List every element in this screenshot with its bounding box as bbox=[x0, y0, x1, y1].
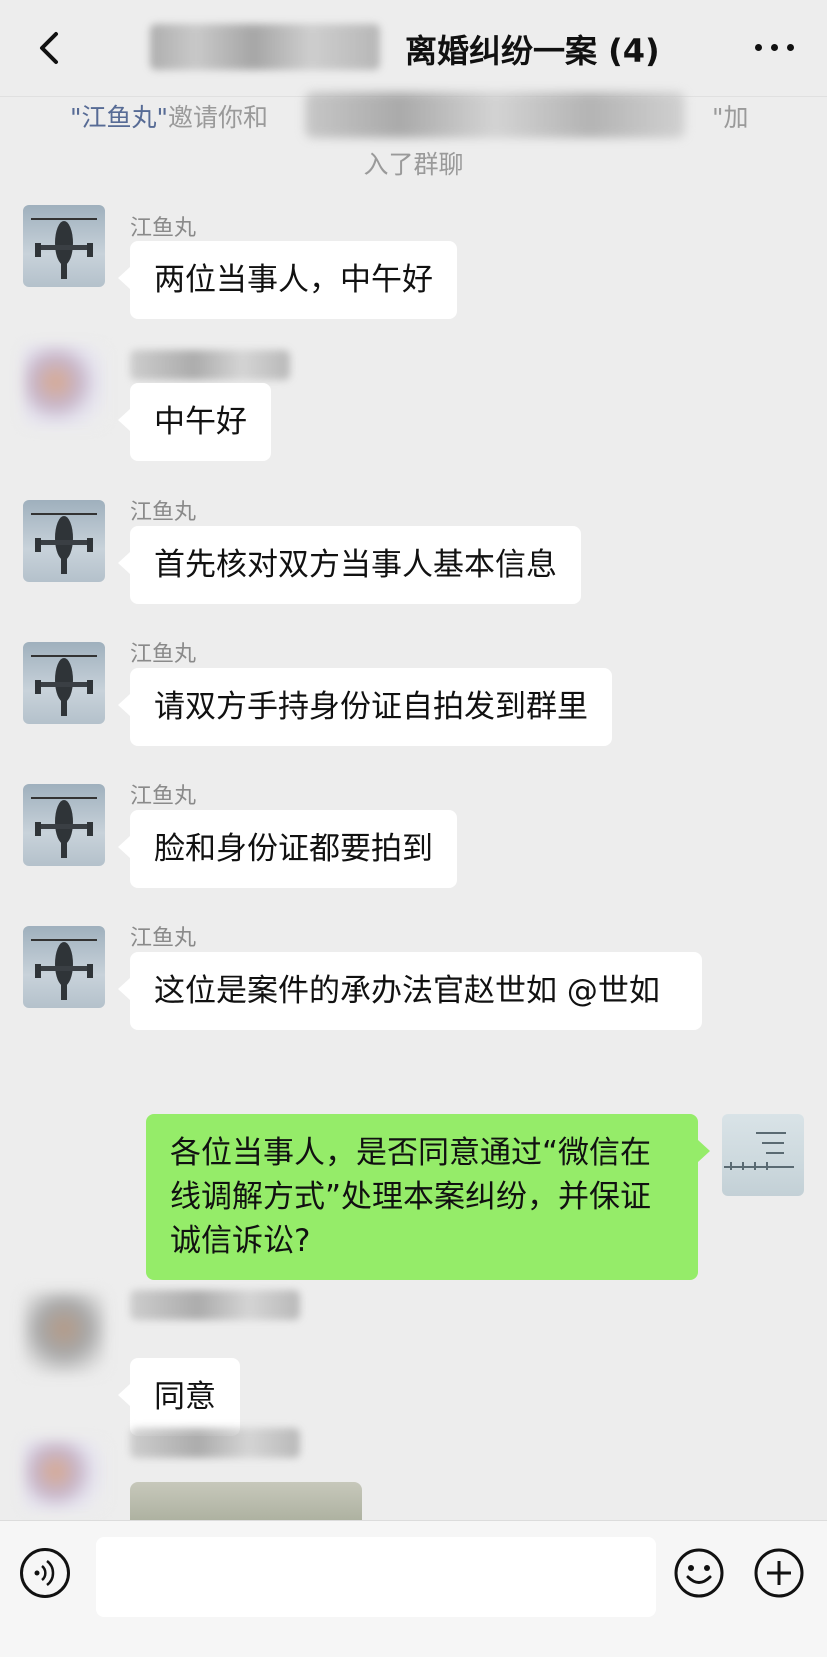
redacted-names bbox=[305, 92, 685, 138]
avatar[interactable] bbox=[23, 1292, 105, 1374]
sender-name: 江鱼丸 bbox=[130, 216, 197, 241]
image-message-thumbnail[interactable] bbox=[130, 1482, 362, 1520]
voice-icon[interactable] bbox=[20, 1548, 70, 1598]
top-bar: 离婚纠纷一案 (4) bbox=[0, 0, 827, 97]
plus-icon[interactable] bbox=[752, 1546, 806, 1600]
message-bubble-self[interactable]: 各位当事人，是否同意通过“微信在线调解方式”处理本案纠纷，并保证诚信诉讼? bbox=[146, 1114, 710, 1280]
sender-name: 江鱼丸 bbox=[130, 642, 197, 667]
message-bubble[interactable]: 两位当事人，中午好 bbox=[118, 241, 457, 319]
emoji-icon[interactable] bbox=[672, 1546, 726, 1600]
message-input[interactable] bbox=[96, 1537, 656, 1617]
message-bubble[interactable]: 这位是案件的承办法官赵世如 @世如 bbox=[118, 952, 702, 1030]
sender-name: 江鱼丸 bbox=[130, 926, 197, 951]
redacted-sender-name bbox=[130, 1290, 300, 1320]
avatar[interactable] bbox=[23, 642, 105, 724]
redacted-sender-name bbox=[130, 1428, 300, 1458]
avatar[interactable] bbox=[23, 1440, 105, 1510]
avatar-self[interactable] bbox=[722, 1114, 804, 1196]
invite-text: 邀请你和 bbox=[168, 103, 269, 132]
avatar[interactable] bbox=[23, 205, 105, 287]
message-bubble[interactable]: 首先核对双方当事人基本信息 bbox=[118, 526, 581, 604]
chevron-left-icon[interactable] bbox=[28, 26, 72, 70]
inviter-name[interactable]: "江鱼丸" bbox=[70, 103, 168, 132]
message-bubble[interactable]: 请双方手持身份证自拍发到群里 bbox=[118, 668, 612, 746]
avatar[interactable] bbox=[23, 926, 105, 1008]
system-notice: "江鱼丸"邀请你和 bbox=[70, 98, 268, 134]
redacted-sender-name bbox=[130, 350, 290, 380]
redacted-title-prefix bbox=[150, 24, 380, 70]
message-bubble[interactable]: 脸和身份证都要拍到 bbox=[118, 810, 457, 888]
chat-title: 离婚纠纷一案 (4) bbox=[405, 32, 660, 70]
input-bar bbox=[0, 1520, 827, 1657]
system-notice-line2: 入了群聊 bbox=[363, 150, 464, 179]
avatar[interactable] bbox=[23, 500, 105, 582]
sender-name: 江鱼丸 bbox=[130, 500, 197, 525]
more-icon[interactable] bbox=[753, 30, 797, 66]
avatar[interactable] bbox=[23, 345, 105, 427]
message-bubble[interactable]: 中午好 bbox=[118, 383, 271, 461]
message-bubble[interactable]: 同意 bbox=[118, 1358, 240, 1436]
avatar[interactable] bbox=[23, 784, 105, 866]
sender-name: 江鱼丸 bbox=[130, 784, 197, 809]
system-notice-tail: "加 bbox=[712, 103, 749, 132]
